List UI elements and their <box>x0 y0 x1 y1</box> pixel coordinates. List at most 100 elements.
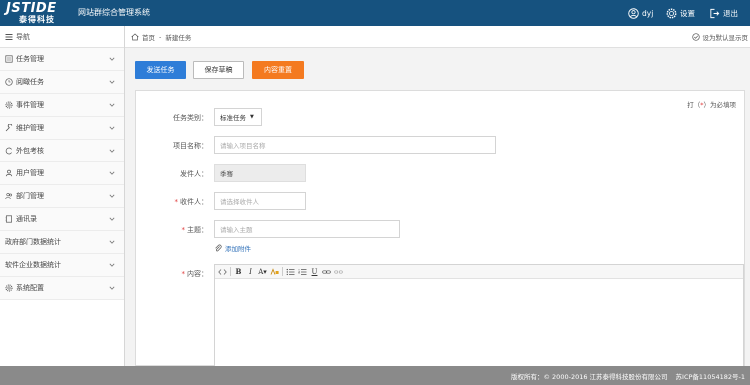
receiver-label-text: 收件人： <box>180 198 208 206</box>
sidebar-item-software-statistics[interactable]: 软件企业数据统计 <box>0 254 124 277</box>
underline-icon[interactable]: U <box>310 267 319 277</box>
content-editor[interactable]: B I A▾ U <box>214 264 744 367</box>
sidebar-item-maintenance[interactable]: 维护管理 <box>0 116 124 140</box>
bullet-list-icon[interactable] <box>286 267 295 277</box>
gear-icon <box>5 101 13 109</box>
receiver-input[interactable]: 请选择收件人 <box>214 192 306 210</box>
set-default-page-link[interactable]: 设为默认显示页 <box>691 32 749 42</box>
copyright-text: 版权所有：© 2000-2016 江苏泰得科技股份有限公司 <box>510 372 668 381</box>
sender-label: 发件人： <box>180 170 208 178</box>
add-attachment-link[interactable]: 添加附件 <box>214 243 251 253</box>
chevron-down-icon <box>109 240 115 244</box>
sidebar: 导航 任务管理 阅瞰任务 事件管理 维护管理 外包考核 用户管理 部门管理 通讯… <box>0 26 125 366</box>
reset-content-button[interactable]: 内容重置 <box>252 61 304 79</box>
logo-text: JSTIDE <box>6 1 57 16</box>
sidebar-item-label: 维护管理 <box>16 123 44 132</box>
sidebar-item-periodic-tasks[interactable]: 阅瞰任务 <box>0 70 124 94</box>
user-menu[interactable]: dyj <box>628 6 653 20</box>
sidebar-item-task-management[interactable]: 任务管理 <box>0 48 124 71</box>
chevron-down-icon <box>109 286 115 290</box>
home-icon <box>131 33 139 41</box>
breadcrumb-home[interactable]: 首页 <box>142 32 155 42</box>
breadcrumb: 首页 - 新建任务 <box>131 32 191 42</box>
nav-header[interactable]: 导航 <box>0 26 124 48</box>
link-icon[interactable] <box>322 267 331 277</box>
logo-subtext: 泰得科技 <box>19 15 55 24</box>
chevron-down-icon <box>109 103 115 107</box>
required-star: * <box>174 198 179 206</box>
gear-icon <box>666 8 677 18</box>
wrench-icon <box>5 123 13 132</box>
menu-icon <box>5 33 13 40</box>
toolbar-divider <box>282 267 283 276</box>
cog-icon <box>5 284 13 292</box>
save-draft-button[interactable]: 保存草稿 <box>193 61 244 79</box>
task-form-panel: 打（*）为必填项 任务类别： 标准任务 ▼ 项目名称： 请输入项目名称 发件人：… <box>135 90 745 367</box>
task-type-label: 任务类别： <box>173 114 208 122</box>
chevron-down-icon <box>109 149 115 153</box>
sidebar-item-label: 通讯录 <box>16 215 37 224</box>
sidebar-item-label: 软件企业数据统计 <box>5 260 61 269</box>
logout-icon <box>710 8 720 18</box>
chevron-down-icon <box>109 126 115 130</box>
sidebar-item-label: 事件管理 <box>16 100 44 109</box>
required-note-suffix: ）为必填项 <box>703 101 737 109</box>
task-type-select[interactable]: 标准任务 ▼ <box>214 108 262 126</box>
chevron-down-icon <box>109 263 115 267</box>
sender-field: 季骞 <box>214 164 306 182</box>
required-note: 打（*）为必填项 <box>687 99 736 109</box>
settings-label: 设置 <box>680 8 695 18</box>
app-title: 网站群综合管理系统 <box>78 8 150 17</box>
editor-toolbar: B I A▾ U <box>215 265 743 279</box>
settings-button[interactable]: 设置 <box>666 6 695 20</box>
icp-text[interactable]: 苏ICP备11054182号-1 <box>676 371 745 381</box>
chevron-down-icon <box>109 57 115 61</box>
numbered-list-icon[interactable] <box>298 267 307 277</box>
nav-label: 导航 <box>16 32 30 41</box>
list-icon <box>5 55 13 63</box>
user-icon <box>5 169 13 177</box>
chevron-down-icon <box>109 80 115 84</box>
logout-button[interactable]: 退出 <box>709 6 738 20</box>
send-task-button[interactable]: 发送任务 <box>135 61 186 79</box>
sidebar-item-department-management[interactable]: 部门管理 <box>0 185 124 209</box>
footer: 版权所有：© 2000-2016 江苏泰得科技股份有限公司 苏ICP备11054… <box>0 366 750 385</box>
italic-icon[interactable]: I <box>246 267 255 277</box>
project-name-input[interactable]: 请输入项目名称 <box>214 136 496 154</box>
bold-icon[interactable]: B <box>234 267 243 277</box>
add-attachment-label: 添加附件 <box>225 245 251 253</box>
user-name: dyj <box>642 8 654 18</box>
sidebar-item-label: 用户管理 <box>16 169 44 178</box>
required-star: * <box>181 270 186 278</box>
chevron-down-icon <box>109 217 115 222</box>
sidebar-item-label: 部门管理 <box>16 192 44 201</box>
font-color-icon[interactable]: A▾ <box>258 267 267 277</box>
users-icon <box>5 192 13 200</box>
check-circle-icon <box>691 33 700 41</box>
sidebar-item-outsourcing-assessment[interactable]: 外包考核 <box>0 139 124 163</box>
caret-down-icon: ▼ <box>250 114 254 120</box>
set-default-page-label: 设为默认显示页 <box>702 34 749 42</box>
sidebar-item-gov-statistics[interactable]: 政府部门数据统计 <box>0 231 124 255</box>
sidebar-item-address-book[interactable]: 通讯录 <box>0 208 124 232</box>
required-note-prefix: 打（ <box>687 101 701 109</box>
subject-input[interactable]: 请输入主题 <box>214 220 400 238</box>
sidebar-item-label: 系统配置 <box>16 283 44 292</box>
sidebar-item-event-management[interactable]: 事件管理 <box>0 93 124 117</box>
highlight-icon[interactable] <box>270 267 279 277</box>
unlink-icon[interactable] <box>334 267 343 277</box>
sidebar-item-label: 阅瞰任务 <box>16 77 44 86</box>
sidebar-item-user-management[interactable]: 用户管理 <box>0 162 124 186</box>
circle-icon <box>5 147 13 155</box>
content-label-text: 内容： <box>187 270 208 278</box>
subject-label: * 主题： <box>136 225 209 235</box>
breadcrumb-current: 新建任务 <box>165 34 192 42</box>
receiver-label: * 收件人： <box>136 197 209 207</box>
company-logo[interactable]: JSTIDE 泰得科技 <box>6 1 68 25</box>
content-label: * 内容： <box>136 269 209 279</box>
sidebar-item-system-config[interactable]: 系统配置 <box>0 276 124 300</box>
source-icon[interactable] <box>218 267 227 277</box>
chevron-down-icon <box>109 171 115 176</box>
breadcrumb-bar: 首页 - 新建任务 设为默认显示页 <box>125 26 750 48</box>
breadcrumb-separator: - <box>159 33 162 41</box>
